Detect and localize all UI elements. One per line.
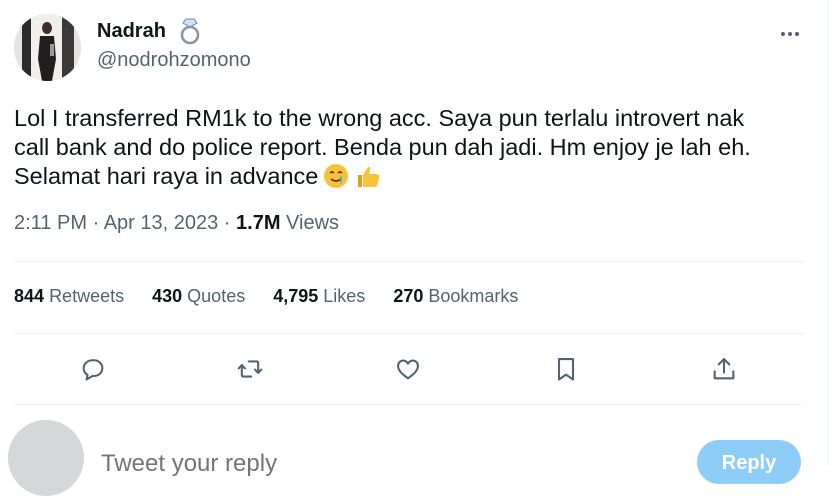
tweet-line-last: Selamat hari raya in advance xyxy=(14,162,804,191)
current-user-avatar[interactable] xyxy=(8,420,84,496)
tweet-time[interactable]: 2:11 PM xyxy=(14,212,87,234)
tweet-line: call bank and do police report. Benda pu… xyxy=(14,134,751,160)
crying-smile-icon xyxy=(324,164,349,188)
reply-input[interactable] xyxy=(101,450,661,478)
views-label: Views xyxy=(286,212,340,234)
engagement-stats: 844 Retweets 430 Quotes 4,795 Likes 270 … xyxy=(14,286,518,307)
tweet-meta: 2:11 PM · Apr 13, 2023 · 1.7M Views xyxy=(14,212,339,235)
share-icon[interactable] xyxy=(707,352,741,386)
quotes-stat[interactable]: 430 Quotes xyxy=(152,286,245,307)
divider xyxy=(14,261,804,262)
tweet-date[interactable]: Apr 13, 2023 xyxy=(104,212,219,234)
display-name[interactable]: Nadrah xyxy=(97,20,166,43)
bookmarks-stat[interactable]: 270 Bookmarks xyxy=(393,286,518,307)
meta-separator: · xyxy=(92,212,100,234)
ring-icon xyxy=(180,18,200,45)
avatar[interactable] xyxy=(14,14,81,81)
like-icon[interactable] xyxy=(391,352,425,386)
tweet-line: Lol I transferred RM1k to the wrong acc.… xyxy=(14,105,745,131)
more-options-icon[interactable] xyxy=(776,26,804,42)
bookmark-icon[interactable] xyxy=(549,352,583,386)
reply-icon[interactable] xyxy=(76,352,110,386)
retweet-icon[interactable] xyxy=(233,352,267,386)
divider xyxy=(14,333,804,334)
avatar-photo xyxy=(14,14,81,81)
views-count: 1.7M xyxy=(236,212,281,234)
tweet-text: Lol I transferred RM1k to the wrong acc.… xyxy=(14,104,804,191)
reply-button[interactable]: Reply xyxy=(697,440,801,484)
meta-separator: · xyxy=(223,212,231,234)
divider xyxy=(14,404,804,405)
author-handle[interactable]: @nodrohzomono xyxy=(97,49,251,72)
likes-stat[interactable]: 4,795 Likes xyxy=(273,286,365,307)
thumbs-up-icon xyxy=(358,166,380,187)
retweets-stat[interactable]: 844 Retweets xyxy=(14,286,124,307)
